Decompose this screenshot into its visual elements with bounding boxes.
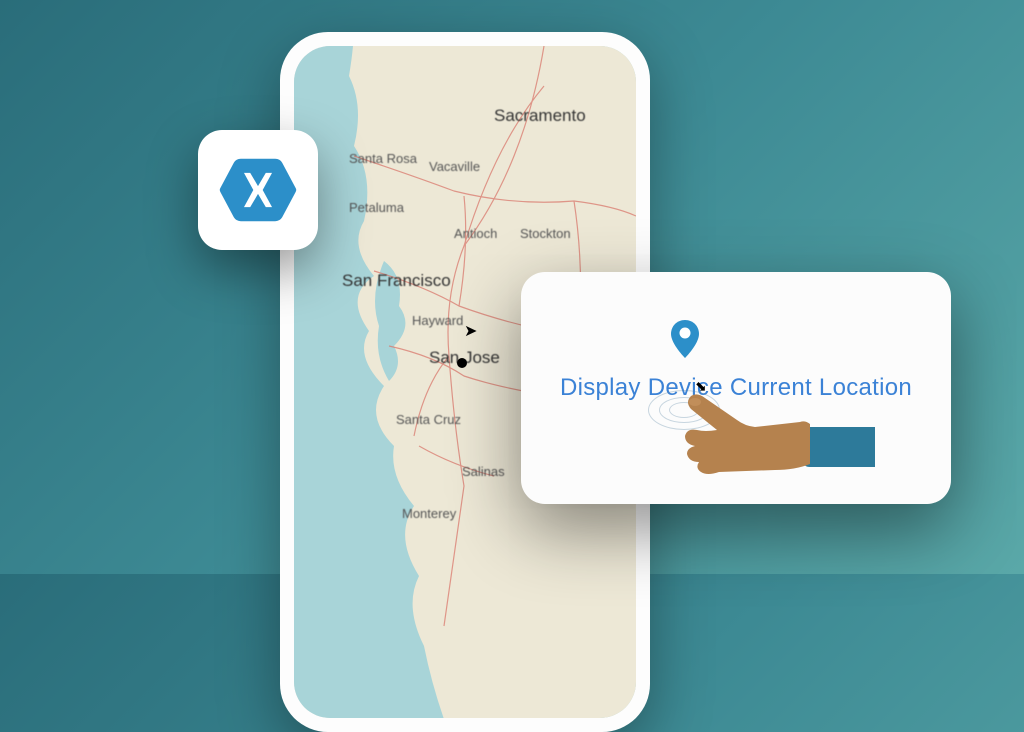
cursor-icon: ➤	[464, 321, 477, 341]
city-stockton: Stockton	[520, 226, 571, 241]
city-petaluma: Petaluma	[349, 200, 404, 215]
city-antioch: Antioch	[454, 226, 497, 241]
city-monterey: Monterey	[402, 506, 456, 521]
location-dot-icon	[457, 358, 467, 368]
location-pin-icon	[671, 320, 699, 358]
card-label: Display Device Current Location	[560, 374, 912, 402]
small-cursor-icon: ⬊	[695, 378, 707, 395]
ripple-icon	[648, 390, 720, 430]
city-san-francisco: San Francisco	[342, 271, 451, 291]
city-vacaville: Vacaville	[429, 159, 480, 174]
city-santa-cruz: Santa Cruz	[396, 412, 461, 427]
city-hayward: Hayward	[412, 313, 463, 328]
xamarin-app-icon	[198, 130, 318, 250]
city-santa-rosa: Santa Rosa	[349, 151, 417, 166]
city-sacramento: Sacramento	[494, 106, 586, 126]
city-salinas: Salinas	[462, 464, 505, 479]
xamarin-logo-icon	[219, 151, 297, 229]
location-card[interactable]: Display Device Current Location	[521, 272, 951, 504]
